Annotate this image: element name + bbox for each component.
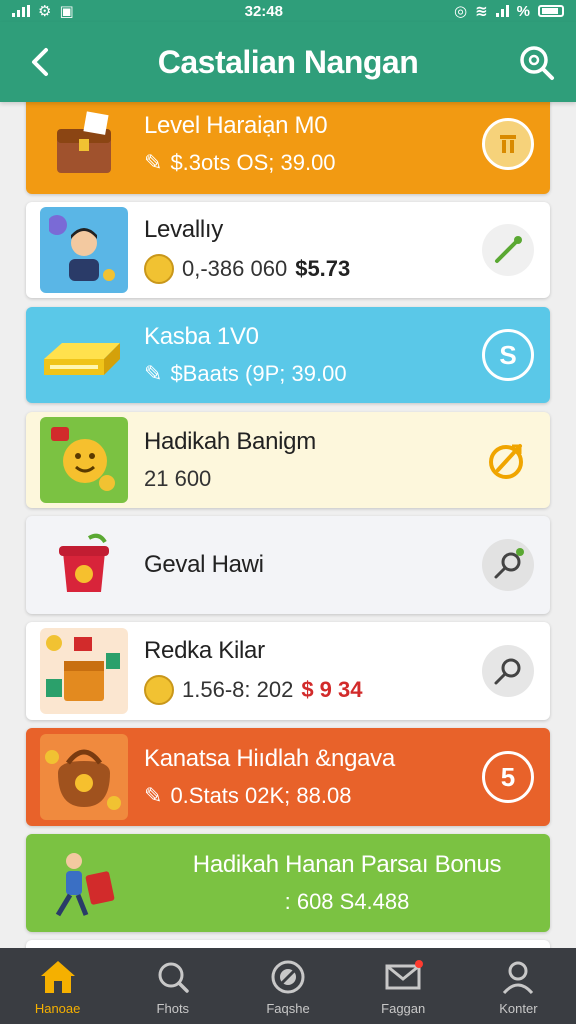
money-bag-icon bbox=[40, 734, 128, 820]
nav-item-badge[interactable]: Faqshe bbox=[230, 948, 345, 1024]
nav-label: Faggan bbox=[381, 1000, 426, 1016]
nav-item-home[interactable]: Hanoae bbox=[0, 948, 115, 1024]
treasure-chest-icon bbox=[40, 102, 128, 187]
battery-percent: % bbox=[516, 2, 530, 20]
list-item[interactable]: Kanatsa Hiıdlah &ngava ✎ 0.Stats 02K; 88.… bbox=[26, 728, 550, 826]
list-item[interactable] bbox=[26, 940, 550, 948]
settings-icon: ⚙ bbox=[38, 3, 52, 20]
pencil-icon: ✎ bbox=[144, 361, 163, 386]
bottom-nav: Hanoae Fhots Faqshe Faggan Konter bbox=[0, 948, 576, 1024]
item-meta: 0.Stats 02K; 88.08 bbox=[170, 783, 352, 808]
offer-list: Level Haraiạn M0 ✎ $.3ots OS; 39.00 Leval… bbox=[0, 102, 576, 948]
pin-search-icon[interactable] bbox=[482, 645, 534, 697]
item-title: Hadikah Hanan Parsaı Bonus bbox=[192, 851, 502, 878]
money-pot-icon bbox=[40, 522, 128, 608]
list-item[interactable]: Hadikah Hanan Parsaı Bonus : 608 S4.488 bbox=[26, 834, 550, 932]
alarm-icon: ◎ bbox=[453, 3, 468, 20]
signal-icon bbox=[12, 5, 30, 17]
coin-icon bbox=[144, 675, 174, 705]
smiley-coin-icon bbox=[40, 417, 128, 503]
list-item[interactable]: Hadikah Banigm 21 600 bbox=[26, 412, 550, 508]
refresh-search-icon bbox=[158, 962, 189, 993]
coin-icon bbox=[144, 254, 174, 284]
nav-label: Hanoae bbox=[34, 1000, 81, 1016]
list-item[interactable]: Levallıy 0,-386 060 $5.73 bbox=[26, 202, 550, 298]
item-meta: 1.56-8: 202 bbox=[182, 677, 294, 702]
status-bar: ⚙ ▣ 32:48 ◎ ≋ % bbox=[0, 0, 576, 22]
dollar-circle-icon[interactable]: S bbox=[482, 329, 534, 381]
item-price: $5.73 bbox=[295, 256, 351, 281]
item-meta: 0,-386 060 bbox=[182, 256, 288, 281]
red-envelope-chest-icon bbox=[40, 628, 128, 714]
badge-icon bbox=[271, 960, 305, 993]
item-meta: $.3ots OS; 39.00 bbox=[170, 150, 336, 175]
app-bar: Castalian Nangan bbox=[0, 22, 576, 102]
pin-search-icon[interactable] bbox=[482, 539, 534, 591]
nav-label: Konter bbox=[499, 1000, 538, 1016]
action-label: S bbox=[499, 339, 517, 370]
five-circle-icon[interactable]: 5 bbox=[482, 751, 534, 803]
status-time: 32:48 bbox=[244, 2, 283, 20]
search-icon[interactable] bbox=[516, 42, 556, 82]
target-icon[interactable] bbox=[482, 434, 534, 486]
page-title: Castalian Nangan bbox=[157, 43, 419, 80]
action-label: 5 bbox=[500, 761, 516, 792]
battery-icon bbox=[538, 5, 564, 17]
pencil-icon: ✎ bbox=[144, 150, 163, 175]
item-price: $ 9 34 bbox=[301, 677, 363, 702]
item-meta: 21 600 bbox=[144, 466, 212, 491]
notification-icon: ▣ bbox=[59, 3, 74, 20]
green-pin-icon[interactable] bbox=[482, 224, 534, 276]
pencil-icon: ✎ bbox=[144, 783, 163, 808]
nav-label: Fhots bbox=[156, 1000, 190, 1016]
trash-badge-icon[interactable] bbox=[482, 118, 534, 170]
back-arrow-icon[interactable] bbox=[22, 40, 62, 84]
person-icon bbox=[503, 961, 534, 994]
list-item[interactable]: Level Haraiạn M0 ✎ $.3ots OS; 39.00 bbox=[26, 102, 550, 194]
avatar bbox=[40, 207, 128, 293]
list-item[interactable]: Redka Kilar 1.56-8: 202 $ 9 34 bbox=[26, 622, 550, 720]
nav-label: Faqshe bbox=[266, 1000, 310, 1016]
nav-item-mail[interactable]: Faggan bbox=[346, 948, 461, 1024]
nav-item-profile[interactable]: Konter bbox=[461, 948, 576, 1024]
wifi-icon: ≋ bbox=[475, 3, 488, 20]
notification-dot bbox=[414, 960, 423, 968]
list-item[interactable]: Kasba 1V0 ✎ $Baats (9P; 39.00 S bbox=[26, 307, 550, 403]
item-meta: $Baats (9P; 39.00 bbox=[170, 361, 347, 386]
list-item[interactable]: Geval Hawi bbox=[26, 516, 550, 614]
nav-item-search[interactable]: Fhots bbox=[115, 948, 230, 1024]
gold-bar-icon bbox=[40, 312, 128, 398]
item-meta: : 608 S4.488 bbox=[284, 889, 410, 914]
running-person-icon bbox=[40, 840, 128, 926]
cell-signal-icon bbox=[495, 5, 509, 17]
home-icon bbox=[40, 960, 75, 993]
